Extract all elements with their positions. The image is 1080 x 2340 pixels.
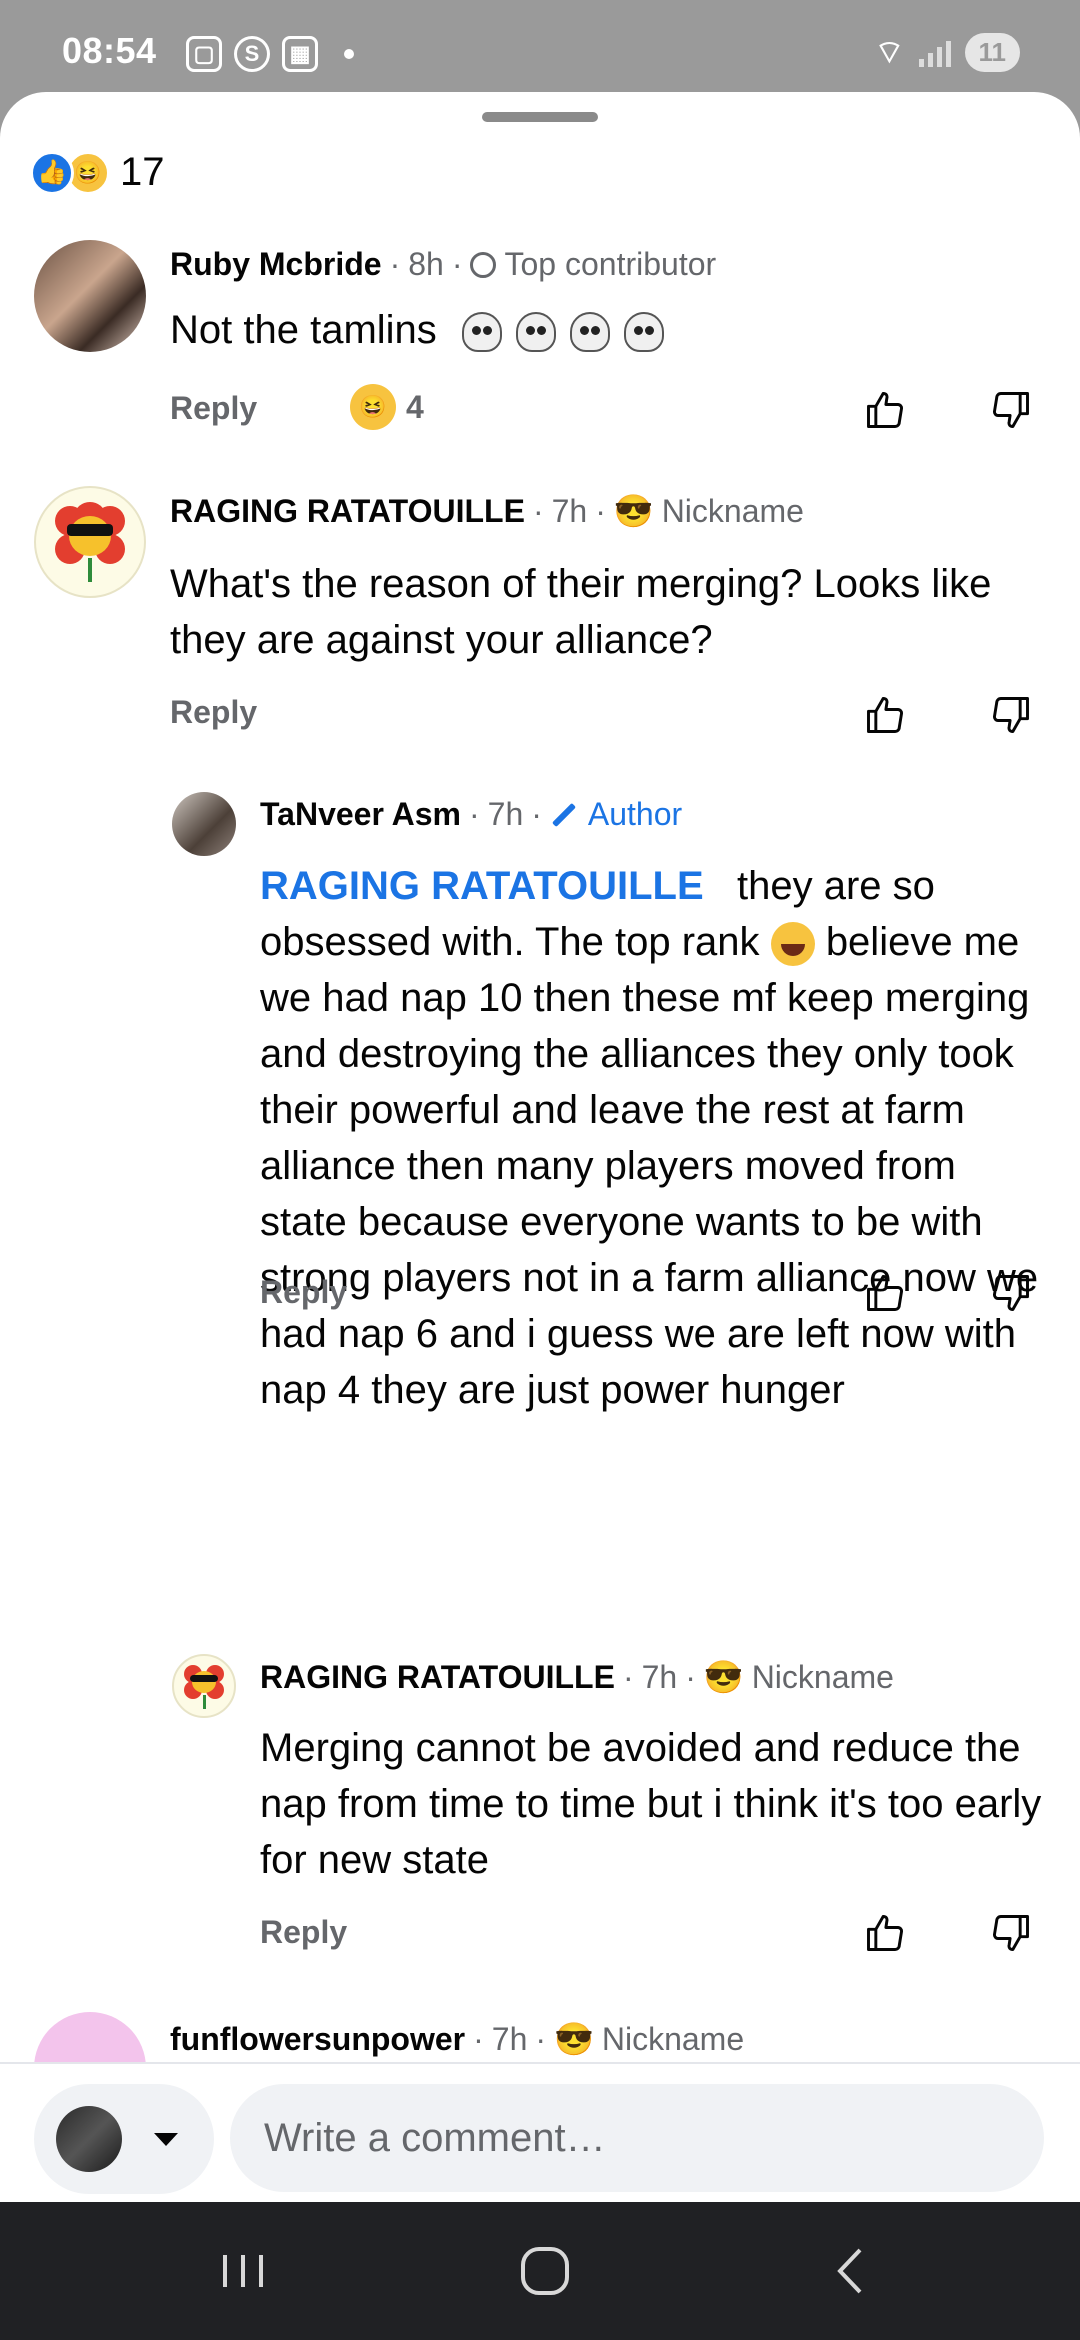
upvote-button[interactable] [862, 692, 908, 738]
signal-icon [918, 37, 951, 67]
avatar[interactable] [172, 792, 236, 856]
downvote-button[interactable] [988, 1910, 1034, 1956]
nickname-icon: 😎 [554, 2021, 594, 2057]
chevron-down-icon [154, 2132, 178, 2146]
skull-emoji-icon [461, 312, 502, 353]
downvote-button[interactable] [988, 692, 1034, 738]
thumbs-down-icon [993, 392, 1029, 428]
laughing-emoji-icon [770, 922, 815, 967]
shazam-icon: S [234, 36, 270, 72]
like-icon: 👍 [30, 150, 74, 195]
upvote-button[interactable] [862, 1270, 908, 1316]
comment-header: RAGING RATATOUILLE · 7h · 😎 Nickname [260, 1658, 894, 1696]
status-time: 08:54 [62, 30, 157, 71]
status-notification-icons: ▢ S ▦ [186, 36, 354, 72]
sunflower-shades-icon [55, 502, 125, 582]
comment-reactions[interactable]: 😆 4 [350, 384, 424, 430]
reaction-count: 17 [120, 150, 165, 194]
user-badge: Nickname [751, 1658, 894, 1695]
skull-emoji-icon [569, 312, 610, 353]
screenshot-icon: ▢ [186, 36, 222, 72]
commenter-name[interactable]: TaNveer Asm [260, 796, 461, 833]
comment-composer [0, 2062, 1080, 2204]
avatar[interactable] [34, 486, 146, 598]
avatar[interactable] [34, 240, 146, 352]
commenter-name[interactable]: Ruby Mcbride [170, 246, 382, 283]
downvote-button[interactable] [988, 1270, 1034, 1316]
thumbs-down-icon [993, 1275, 1029, 1311]
comments-sheet: 👍 😆 17 Ruby Mcbride · 8h · Top contribut… [0, 92, 1080, 2202]
comment-text-continued: believe me we had nap 10 then these mf k… [260, 920, 1039, 1412]
nickname-icon: 😎 [613, 493, 654, 529]
avatar[interactable] [172, 1654, 236, 1718]
comment-reaction-count: 4 [406, 388, 424, 425]
recent-apps-icon [223, 2255, 263, 2287]
comment-time[interactable]: 7h [552, 493, 588, 530]
comment-header: Ruby Mcbride · 8h · Top contributor [170, 246, 717, 283]
pencil-icon [551, 802, 576, 827]
account-switcher-button[interactable] [34, 2084, 214, 2194]
commenter-name[interactable]: RAGING RATATOUILLE [170, 493, 525, 530]
comment-input[interactable] [230, 2084, 1044, 2192]
status-system-icons: ⌔ 11 [874, 32, 1020, 72]
battery-indicator: 11 [964, 32, 1020, 72]
sunflower-shades-icon [184, 1663, 224, 1709]
haha-icon: 😆 [350, 384, 396, 430]
back-icon [837, 2248, 862, 2294]
sheet-drag-handle[interactable] [482, 112, 598, 122]
comment-time[interactable]: 7h [492, 2021, 528, 2058]
comment-time[interactable]: 7h [642, 1659, 678, 1696]
nickname-icon: 😎 [703, 1659, 744, 1695]
comment-body: RAGING RATATOUILLE they are so obsessed … [260, 858, 1050, 1418]
user-badge: Nickname [661, 492, 804, 529]
notification-dot-icon [344, 49, 354, 59]
status-bar: 08:54 ▢ S ▦ ⌔ 11 [0, 0, 1080, 92]
thumbs-up-icon [867, 392, 903, 428]
thumbs-up-icon [867, 1275, 903, 1311]
wifi-icon: ⌔ [874, 34, 905, 70]
thumbs-down-icon [993, 697, 1029, 733]
upvote-button[interactable] [862, 387, 908, 433]
comment-body: Not the tamlins [170, 302, 1030, 358]
comment-text: What's the reason of their merging? Look… [170, 562, 992, 662]
author-badge: Author [587, 796, 683, 832]
thumbs-up-icon [867, 697, 903, 733]
skull-emoji-icon [623, 312, 664, 353]
comment-text: Not the tamlins [170, 308, 437, 352]
commenter-name[interactable]: RAGING RATATOUILLE [260, 1659, 615, 1696]
reaction-summary[interactable]: 👍 😆 17 [30, 150, 165, 195]
comment-header: funflowersunpower · 7h · 😎 Nickname [170, 2020, 745, 2058]
reply-button[interactable]: Reply [170, 390, 257, 427]
recent-apps-button[interactable] [163, 2202, 323, 2340]
back-button[interactable] [770, 2202, 930, 2340]
home-button[interactable] [465, 2202, 625, 2340]
reply-button[interactable]: Reply [260, 1914, 347, 1951]
downvote-button[interactable] [988, 387, 1034, 433]
user-badge: Top contributor [504, 246, 717, 282]
reply-button[interactable]: Reply [260, 1274, 347, 1311]
upvote-button[interactable] [862, 1910, 908, 1956]
comment-header: RAGING RATATOUILLE · 7h · 😎 Nickname [170, 492, 804, 530]
thumbs-down-icon [993, 1915, 1029, 1951]
system-nav-bar [0, 2202, 1080, 2340]
comment-time[interactable]: 7h [488, 796, 524, 833]
commenter-name[interactable]: funflowersunpower [170, 2021, 465, 2058]
reply-button[interactable]: Reply [170, 694, 257, 731]
mention-link[interactable]: RAGING RATATOUILLE [260, 864, 704, 908]
thumbs-up-icon [867, 1915, 903, 1951]
top-contributor-icon [470, 251, 497, 278]
comment-time[interactable]: 8h [408, 246, 444, 283]
comment-text: Merging cannot be avoided and reduce the… [260, 1726, 1042, 1882]
home-icon [521, 2247, 569, 2295]
comment-header: TaNveer Asm · 7h · Author [260, 796, 683, 833]
skull-emoji-icon [515, 312, 556, 353]
user-badge: Nickname [601, 2020, 745, 2057]
gallery-icon: ▦ [282, 36, 318, 72]
avatar [56, 2106, 122, 2172]
